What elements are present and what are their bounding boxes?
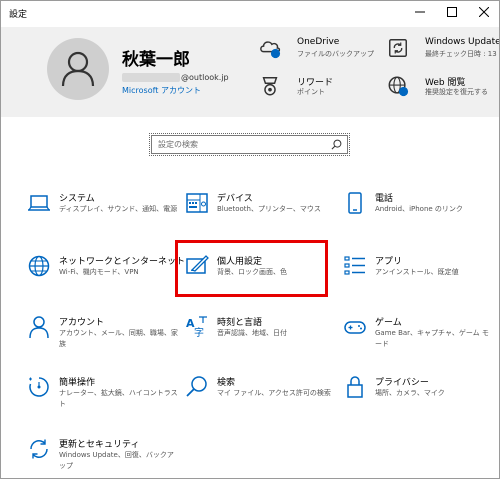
category-desc: Game Bar、キャプチャ、ゲーム モード (375, 329, 489, 348)
time-language-icon: A 字 (186, 316, 207, 339)
category-phone[interactable]: 電話 Android、iPhone のリンク (343, 191, 493, 237)
category-gaming[interactable]: ゲーム Game Bar、キャプチャ、ゲーム モード (343, 315, 493, 361)
category-desc: Android、iPhone のリンク (375, 205, 463, 213)
category-ease-of-access[interactable]: 簡単操作 ナレーター、拡大鏡、ハイコントラスト (27, 375, 178, 421)
windows-update-label: Windows Update (425, 37, 500, 47)
category-privacy[interactable]: プライバシー 場所、カメラ、マイク (343, 375, 493, 421)
category-devices[interactable]: デバイス Bluetooth、プリンター、マウス (185, 191, 335, 237)
search-icon[interactable] (331, 139, 342, 150)
category-apps[interactable]: アプリ アンインストール、既定値 (343, 254, 493, 300)
category-desc: ディスプレイ、サウンド、通知、電源 (59, 205, 178, 213)
highlight-frame (175, 240, 328, 297)
category-desc: アンインストール、既定値 (375, 268, 459, 276)
ease-of-access-icon (29, 377, 49, 397)
email-redaction (122, 72, 180, 82)
settings-window: 設定 秋葉一郎 @outlook.jp Microsoft アカウント OneD… (0, 0, 500, 479)
category-label: ネットワークとインターネット (59, 257, 186, 267)
category-desc: Wi-Fi、機内モード、VPN (59, 268, 139, 276)
category-desc: Windows Update、回復、バックアップ (59, 451, 174, 470)
search-placeholder: 設定の検索 (158, 140, 198, 149)
window-title: 設定 (9, 10, 28, 20)
search-magnifier-icon (186, 376, 207, 397)
category-label: デバイス (217, 194, 253, 204)
gaming-controller-icon (344, 321, 366, 334)
category-label: 電話 (375, 194, 394, 204)
category-label: 簡単操作 (59, 378, 96, 388)
system-laptop-icon (28, 195, 50, 211)
devices-keyboard-icon (186, 193, 208, 213)
privacy-lock-icon (347, 376, 363, 398)
web-browsing-sub: 推奨設定を復元する (425, 88, 488, 96)
windows-update-icon (389, 39, 407, 57)
avatar[interactable] (47, 38, 109, 100)
category-system[interactable]: システム ディスプレイ、サウンド、通知、電源 (27, 191, 177, 237)
category-desc: 音声認識、地域、日付 (217, 329, 287, 337)
title-bar: 設定 (1, 1, 499, 27)
user-email: @outlook.jp (122, 71, 229, 83)
apps-list-icon (344, 256, 365, 275)
category-label: アプリ (375, 257, 403, 267)
category-desc: Bluetooth、プリンター、マウス (217, 205, 321, 213)
user-email-domain: @outlook.jp (181, 72, 229, 82)
category-accounts[interactable]: アカウント アカウント、メール、同期、職場、家族 (27, 315, 178, 361)
windows-update-sub: 最終チェック日時 : 13 分前 (425, 50, 499, 58)
search-input[interactable]: 設定の検索 (149, 133, 350, 156)
maximize-icon (447, 7, 457, 17)
category-label: 更新とセキュリティ (59, 440, 140, 450)
onedrive-icon (260, 41, 281, 59)
close-button[interactable] (469, 1, 499, 23)
network-globe-icon (28, 255, 50, 277)
category-desc: アカウント、メール、同期、職場、家族 (59, 329, 178, 348)
web-browsing-icon (388, 76, 409, 97)
user-name: 秋葉一郎 (122, 50, 190, 70)
rewards-sub: ポイント (297, 88, 325, 96)
category-label: 検索 (217, 378, 236, 388)
category-update-security[interactable]: 更新とセキュリティ Windows Update、回復、バックアップ (27, 437, 177, 478)
maximize-button[interactable] (437, 1, 467, 23)
update-security-icon (30, 439, 48, 459)
category-desc: マイ ファイル、アクセス許可の検索 (217, 389, 331, 397)
category-desc: ナレーター、拡大鏡、ハイコントラスト (59, 389, 178, 408)
accounts-person-icon (29, 316, 49, 339)
microsoft-account-link[interactable]: Microsoft アカウント (122, 85, 201, 96)
svg-text:字: 字 (194, 326, 204, 339)
rewards-icon (262, 77, 278, 96)
minimize-icon (415, 11, 425, 13)
user-silhouette-icon (61, 51, 95, 87)
category-desc: 場所、カメラ、マイク (375, 389, 445, 397)
account-header: 秋葉一郎 @outlook.jp Microsoft アカウント OneDriv… (1, 27, 499, 117)
category-time-language[interactable]: A 字 時刻と言語 音声認識、地域、日付 (185, 315, 335, 361)
category-label: プライバシー (375, 378, 429, 388)
category-label: アカウント (59, 318, 105, 328)
minimize-button[interactable] (405, 1, 435, 23)
onedrive-label: OneDrive (297, 37, 340, 47)
close-icon (479, 7, 489, 17)
category-label: システム (59, 194, 95, 204)
category-network[interactable]: ネットワークとインターネット Wi-Fi、機内モード、VPN (27, 254, 185, 300)
phone-icon (348, 192, 362, 214)
category-search[interactable]: 検索 マイ ファイル、アクセス許可の検索 (185, 375, 335, 421)
category-label: ゲーム (375, 318, 402, 328)
onedrive-sub: ファイルのバックアップ (297, 50, 374, 58)
category-label: 時刻と言語 (217, 318, 263, 328)
